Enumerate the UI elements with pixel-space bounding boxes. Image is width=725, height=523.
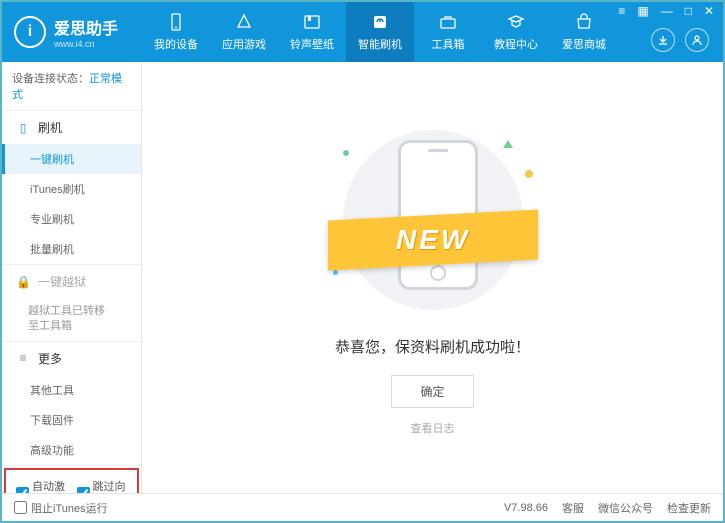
sidebar-item-oneclick-flash[interactable]: 一键刷机 (2, 144, 141, 174)
more-icon: ≡ (16, 351, 30, 365)
block-itunes-checkbox[interactable]: 阻止iTunes运行 (14, 500, 108, 516)
nav-my-device[interactable]: 我的设备 (142, 2, 210, 62)
device-icon (166, 12, 186, 32)
wallpaper-icon (302, 12, 322, 32)
wechat-link[interactable]: 微信公众号 (598, 500, 653, 516)
footer: 阻止iTunes运行 V7.98.66 客服 微信公众号 检查更新 (2, 493, 723, 521)
app-window: i 爱思助手 www.i4.cn 我的设备 应用游戏 铃声壁纸 智能刷机 (0, 0, 725, 523)
user-button[interactable] (685, 28, 709, 52)
connection-status: 设备连接状态：正常模式 (2, 62, 141, 111)
version-label: V7.98.66 (504, 502, 548, 514)
sidebar-group-flash[interactable]: ▯ 刷机 (2, 111, 141, 144)
sidebar-group-more[interactable]: ≡ 更多 (2, 342, 141, 375)
sidebar: 设备连接状态：正常模式 ▯ 刷机 一键刷机 iTunes刷机 专业刷机 批量刷机… (2, 62, 142, 493)
view-log-link[interactable]: 查看日志 (411, 420, 455, 436)
checkbox-skip-wizard[interactable]: 跳过向导 (77, 478, 128, 493)
logo-area: i 爱思助手 www.i4.cn (2, 15, 142, 49)
flash-icon (370, 12, 390, 32)
options-box: 自动激活 跳过向导 (4, 468, 139, 493)
sidebar-item-pro-flash[interactable]: 专业刷机 (2, 204, 141, 234)
store-icon (574, 12, 594, 32)
sidebar-item-batch-flash[interactable]: 批量刷机 (2, 234, 141, 264)
nav-smart-flash[interactable]: 智能刷机 (346, 2, 414, 62)
toolbox-icon (438, 12, 458, 32)
check-update-link[interactable]: 检查更新 (667, 500, 711, 516)
window-controls: ≡ ▦ — □ ✕ (615, 4, 717, 18)
body: 设备连接状态：正常模式 ▯ 刷机 一键刷机 iTunes刷机 专业刷机 批量刷机… (2, 62, 723, 493)
lock-icon: 🔒 (16, 275, 30, 289)
success-message: 恭喜您，保资料刷机成功啦！ (335, 336, 530, 357)
nav-apps-games[interactable]: 应用游戏 (210, 2, 278, 62)
new-ribbon: NEW (328, 209, 538, 270)
pin-icon[interactable]: ▦ (634, 4, 651, 18)
app-url: www.i4.cn (54, 39, 118, 49)
main-content: NEW 恭喜您，保资料刷机成功啦！ 确定 查看日志 (142, 62, 723, 493)
nav-store[interactable]: 爱思商城 (550, 2, 618, 62)
app-name: 爱思助手 (54, 15, 118, 39)
sidebar-item-download-fw[interactable]: 下载固件 (2, 405, 141, 435)
titlebar: i 爱思助手 www.i4.cn 我的设备 应用游戏 铃声壁纸 智能刷机 (2, 2, 723, 62)
sidebar-group-jailbreak[interactable]: 🔒 一键越狱 (2, 265, 141, 298)
maximize-icon[interactable]: □ (682, 4, 695, 18)
sidebar-item-itunes-flash[interactable]: iTunes刷机 (2, 174, 141, 204)
nav-ringtones[interactable]: 铃声壁纸 (278, 2, 346, 62)
user-controls (651, 28, 709, 52)
apps-icon (234, 12, 254, 32)
download-button[interactable] (651, 28, 675, 52)
tutorial-icon (506, 12, 526, 32)
success-illustration: NEW (313, 120, 553, 320)
menu-icon[interactable]: ≡ (615, 4, 628, 18)
jailbreak-note: 越狱工具已转移至工具箱 (2, 298, 141, 342)
close-icon[interactable]: ✕ (701, 4, 717, 18)
logo-icon: i (14, 16, 46, 48)
checkbox-auto-activate[interactable]: 自动激活 (16, 478, 67, 493)
sidebar-item-advanced[interactable]: 高级功能 (2, 435, 141, 465)
confirm-button[interactable]: 确定 (391, 375, 473, 408)
customer-service-link[interactable]: 客服 (562, 500, 584, 516)
minimize-icon[interactable]: — (658, 4, 676, 18)
sidebar-item-other-tools[interactable]: 其他工具 (2, 375, 141, 405)
phone-icon: ▯ (16, 121, 30, 135)
nav-toolbox[interactable]: 工具箱 (414, 2, 482, 62)
nav-tutorials[interactable]: 教程中心 (482, 2, 550, 62)
